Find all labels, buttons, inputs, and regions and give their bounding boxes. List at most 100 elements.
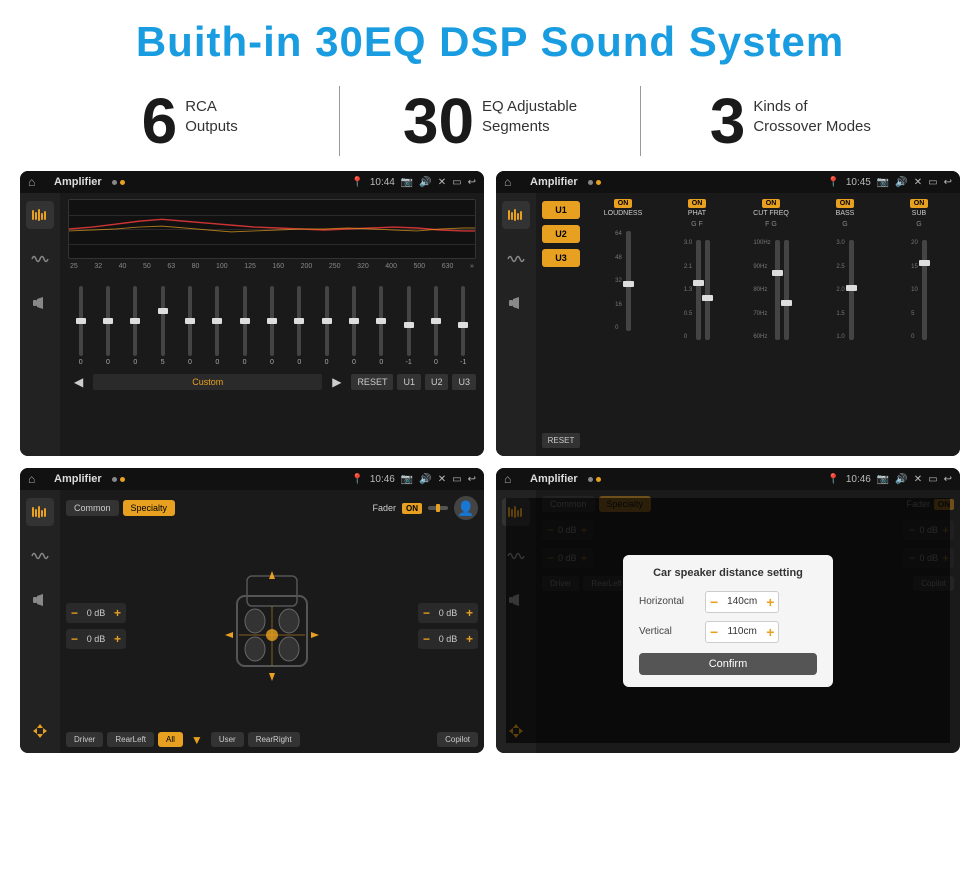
dot-d-2 (596, 477, 601, 482)
ch-name-loudness: LOUDNESS (604, 210, 643, 217)
eq-curve-svg (69, 200, 475, 258)
cx-sidebar-wave[interactable] (502, 245, 530, 273)
modal-horizontal-row: Horizontal − 140cm + (639, 591, 817, 613)
fader-all-btn[interactable]: All (158, 732, 183, 747)
ch-on-sub[interactable]: ON (910, 199, 929, 208)
fader-on-badge[interactable]: ON (402, 503, 422, 514)
ch-slider-bass[interactable] (849, 240, 854, 340)
eq-slider-2: 0 (123, 286, 148, 366)
dot-cx-1 (588, 180, 593, 185)
fader-sidebar-wave[interactable] (26, 542, 54, 570)
db-value-bl: 0 dB (82, 634, 110, 644)
cx-sidebar-eq[interactable] (502, 201, 530, 229)
ch-on-bass[interactable]: ON (836, 199, 855, 208)
modal-horizontal-plus[interactable]: + (766, 594, 774, 610)
volume-icon-d: 🔊 (895, 474, 907, 485)
db-minus-tr[interactable]: − (423, 606, 430, 620)
close-icon-f[interactable]: ✕ (438, 474, 446, 485)
back-icon-f[interactable]: ↩ (468, 474, 476, 485)
back-icon-eq[interactable]: ↩ (468, 177, 476, 188)
db-minus-tl[interactable]: − (71, 606, 78, 620)
modal-confirm-button[interactable]: Confirm (639, 653, 817, 675)
eq-slider-1: 0 (95, 286, 120, 366)
reset-btn-cx[interactable]: RESET (542, 433, 580, 448)
status-bar-fader: ⌂ Amplifier 📍 10:46 📷 🔊 ✕ ▭ ↩ (20, 468, 484, 490)
fader-rearright-btn[interactable]: RearRight (248, 732, 300, 747)
eq-left-sidebar (20, 193, 60, 456)
channel-bass: ON BASS G 3.02.52.01.51.0 (810, 199, 880, 450)
eq-prev-btn[interactable]: ◀ (68, 372, 89, 392)
fader-driver-btn[interactable]: Driver (66, 732, 103, 747)
home-icon-fader[interactable]: ⌂ (28, 471, 44, 487)
ch-slider-loudness[interactable] (626, 231, 631, 331)
ch-on-cutfreq[interactable]: ON (762, 199, 781, 208)
db-plus-tr[interactable]: + (466, 606, 473, 620)
fader-user-btn[interactable]: User (211, 732, 244, 747)
eq-u3-btn[interactable]: U3 (452, 374, 476, 390)
db-plus-tl[interactable]: + (114, 606, 121, 620)
eq-sidebar-wave[interactable] (26, 245, 54, 273)
eq-u1-btn[interactable]: U1 (397, 374, 421, 390)
back-icon-d[interactable]: ↩ (944, 474, 952, 485)
fader-tab-common[interactable]: Common (66, 500, 119, 516)
cx-sidebar-speaker[interactable] (502, 289, 530, 317)
ch-slider-sub[interactable] (922, 240, 927, 340)
window-icon-cx[interactable]: ▭ (928, 177, 937, 188)
window-icon-eq[interactable]: ▭ (452, 177, 461, 188)
fader-label-row: Fader ON 👤 (372, 496, 478, 520)
fader-rearleft-btn[interactable]: RearLeft (107, 732, 154, 747)
back-icon-cx[interactable]: ↩ (944, 177, 952, 188)
eq-slider-3: 5 (150, 286, 175, 366)
eq-slider-10: 0 (341, 286, 366, 366)
eq-sidebar-speaker[interactable] (26, 289, 54, 317)
preset-u2[interactable]: U2 (542, 225, 580, 243)
eq-sliders: 0 0 0 5 0 0 0 0 0 0 0 0 -1 0 -1 (68, 276, 476, 366)
app-title-crossover: Amplifier (530, 176, 578, 188)
db-plus-bl[interactable]: + (114, 632, 121, 646)
channel-loudness: ON LOUDNESS 644832160 (588, 199, 658, 450)
ch-on-phat[interactable]: ON (688, 199, 707, 208)
status-dots-eq (112, 180, 125, 185)
eq-sidebar-equalizer[interactable] (26, 201, 54, 229)
ch-on-loudness[interactable]: ON (614, 199, 633, 208)
stat-eq: 30 EQ AdjustableSegments (360, 89, 619, 153)
modal-vertical-minus[interactable]: − (710, 624, 718, 640)
db-plus-br[interactable]: + (466, 632, 473, 646)
db-minus-bl[interactable]: − (71, 632, 78, 646)
fader-down-arr: ▼ (191, 733, 203, 747)
location-icon-cx: 📍 (827, 177, 839, 188)
eq-reset-btn[interactable]: RESET (351, 374, 393, 390)
fader-tab-specialty[interactable]: Specialty (123, 500, 176, 516)
close-icon-eq[interactable]: ✕ (438, 177, 446, 188)
app-title-eq: Amplifier (54, 176, 102, 188)
fader-person-icon: 👤 (454, 496, 478, 520)
close-icon-d[interactable]: ✕ (914, 474, 922, 485)
fader-sidebar-eq[interactable] (26, 498, 54, 526)
preset-u1[interactable]: U1 (542, 201, 580, 219)
ch-slider-cutfreq-g[interactable] (784, 240, 789, 340)
window-icon-d[interactable]: ▭ (928, 474, 937, 485)
fader-copilot-btn[interactable]: Copilot (437, 732, 478, 747)
eq-preset-name[interactable]: Custom (93, 374, 322, 390)
home-icon-dist[interactable]: ⌂ (504, 471, 520, 487)
modal-vertical-value: 110cm (722, 626, 762, 637)
fader-sidebar-arrows[interactable] (26, 717, 54, 745)
camera-icon-eq: 📷 (401, 177, 413, 188)
window-icon-f[interactable]: ▭ (452, 474, 461, 485)
modal-vertical-plus[interactable]: + (766, 624, 774, 640)
modal-horizontal-minus[interactable]: − (710, 594, 718, 610)
db-minus-br[interactable]: − (423, 632, 430, 646)
home-icon-crossover[interactable]: ⌂ (504, 174, 520, 190)
ch-slider-phat-g[interactable] (696, 240, 701, 340)
eq-main: 253240506380100125160200250320400500630»… (60, 193, 484, 456)
eq-next-btn[interactable]: ▶ (326, 372, 347, 392)
eq-u2-btn[interactable]: U2 (425, 374, 449, 390)
crossover-presets: U1 U2 U3 RESET (536, 193, 586, 456)
fader-sidebar-speaker[interactable] (26, 586, 54, 614)
ch-slider-phat-f[interactable] (705, 240, 710, 340)
close-icon-cx[interactable]: ✕ (914, 177, 922, 188)
preset-u3[interactable]: U3 (542, 249, 580, 267)
ch-slider-cutfreq-f[interactable] (775, 240, 780, 340)
screen-fader: ⌂ Amplifier 📍 10:46 📷 🔊 ✕ ▭ ↩ (20, 468, 484, 753)
home-icon-eq[interactable]: ⌂ (28, 174, 44, 190)
